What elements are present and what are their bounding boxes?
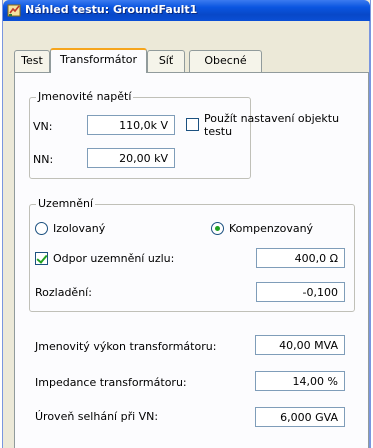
use-test-object-checkbox[interactable]	[186, 118, 199, 131]
tab-transformer[interactable]: Transformátor	[50, 48, 147, 73]
tab-network-label: Síť	[158, 54, 174, 67]
nn-field[interactable]: 20,00 kV	[87, 148, 175, 168]
tab-general-label: Obecné	[204, 54, 247, 67]
window-title: Náhled testu: GroundFault1	[25, 3, 198, 16]
tab-general[interactable]: Obecné	[189, 50, 262, 72]
tab-transformer-label: Transformátor	[59, 53, 138, 66]
isolated-label: Izolovaný	[53, 222, 106, 235]
fault-level-label: Úroveň selhání při VN:	[35, 410, 159, 423]
tab-test[interactable]: Test	[14, 50, 50, 72]
neutral-resistance-checkbox[interactable]	[35, 252, 48, 265]
vn-label: VN:	[33, 120, 53, 133]
use-test-object-label-line2: testu	[204, 125, 233, 138]
use-test-object-label: Použít nastavení objektu	[204, 112, 340, 125]
rated-power-label: Jmenovitý výkon transformátoru:	[35, 340, 217, 353]
impedance-label: Impedance transformátoru:	[35, 376, 187, 389]
tab-test-label: Test	[21, 54, 43, 67]
grounding-legend: Uzemnění	[36, 197, 96, 210]
compensated-radio[interactable]	[211, 222, 224, 235]
nn-label: NN:	[33, 153, 54, 166]
test-preview-icon	[7, 4, 21, 17]
vn-field[interactable]: 110,0k V	[87, 115, 175, 135]
compensated-label: Kompenzovaný	[229, 222, 314, 235]
neutral-resistance-label: Odpor uzemnění uzlu:	[53, 252, 175, 265]
detuning-label: Rozladění:	[35, 286, 92, 299]
rated-power-field[interactable]: 40,00 MVA	[255, 335, 345, 355]
window-edge	[369, 21, 370, 448]
detuning-field[interactable]: -0,100	[256, 282, 345, 302]
tab-panel-transformer: Jmenovité napětí VN: 110,0k V NN: 20,00 …	[14, 72, 369, 448]
impedance-field[interactable]: 14,00 %	[255, 371, 345, 391]
neutral-resistance-field[interactable]: 400,0 Ω	[256, 248, 345, 268]
rated-voltage-legend: Jmenovité napětí	[36, 90, 134, 103]
tab-network[interactable]: Síť	[147, 50, 185, 72]
title-bar[interactable]: Náhled testu: GroundFault1	[3, 0, 370, 21]
isolated-radio[interactable]	[35, 222, 48, 235]
fault-level-field[interactable]: 6,000 GVA	[255, 407, 345, 427]
